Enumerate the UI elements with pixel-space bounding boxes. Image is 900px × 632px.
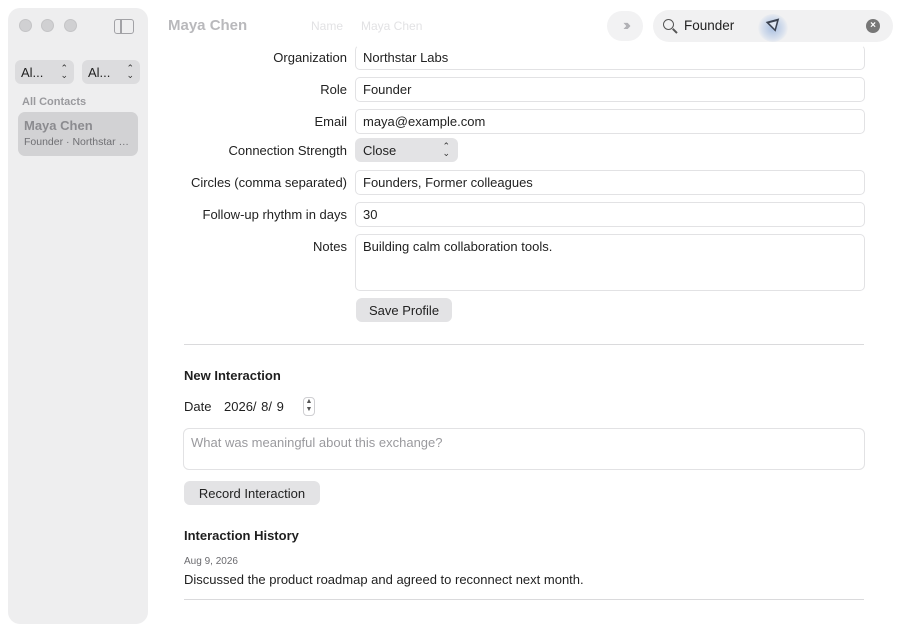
contact-name: Maya Chen (24, 118, 93, 133)
section-divider (184, 344, 864, 345)
circles-field[interactable]: Founders, Former colleagues (355, 170, 865, 195)
filter-popup-1[interactable]: Al... ⌃ ⌄ (15, 60, 74, 84)
window-title: Maya Chen (168, 17, 248, 34)
role-label: Role (320, 82, 347, 97)
toolbar-ghost-label: Name (311, 19, 344, 33)
circles-label: Circles (comma separated) (190, 175, 347, 190)
contact-subtitle: Founder · Northstar Labs (24, 136, 132, 148)
close-window-button[interactable] (19, 19, 32, 32)
minimize-window-button[interactable] (41, 19, 54, 32)
sidebar: Al... ⌃ ⌄ Al... ⌃ ⌄ All Contacts Maya Chen… (8, 8, 148, 624)
chevron-double-right-icon: ››› (623, 17, 631, 34)
chevron-updown-icon: ⌃ ⌄ (126, 63, 134, 80)
search-field[interactable]: Founder × (653, 10, 893, 42)
followup-rhythm-label: Follow-up rhythm in days (202, 207, 348, 222)
chevron-updown-icon: ⌃ ⌄ (60, 63, 68, 80)
history-item-date: Aug 9, 2026 (184, 556, 238, 567)
contact-list-item[interactable]: Maya Chen Founder · Northstar Labs (18, 112, 138, 156)
history-item-text: Discussed the product roadmap and agreed… (184, 572, 584, 587)
filter-popup-1-label: Al... (21, 64, 44, 80)
connection-strength-value: Close (363, 142, 397, 158)
record-interaction-button[interactable]: Record Interaction (184, 481, 320, 505)
date-stepper[interactable]: ▲ ▼ (303, 397, 315, 416)
filter-popup-2[interactable]: Al... ⌃ ⌄ (82, 60, 140, 84)
stepper-down-icon[interactable]: ▼ (304, 406, 314, 414)
interaction-notes-input[interactable]: What was meaningful about this exchange? (183, 428, 865, 470)
history-divider (184, 599, 864, 600)
sidebar-toggle-icon[interactable] (114, 19, 134, 34)
followup-rhythm-field[interactable]: 30 (355, 202, 865, 227)
stepper-up-icon[interactable]: ▲ (304, 398, 314, 406)
save-profile-button[interactable]: Save Profile (356, 298, 452, 322)
notes-field[interactable]: Building calm collaboration tools. (355, 234, 865, 291)
interaction-history-title: Interaction History (184, 528, 299, 543)
toolbar-ghost-value: Maya Chen (361, 19, 423, 33)
search-input[interactable]: Founder (684, 18, 734, 33)
organization-label: Organization (273, 50, 347, 65)
connection-strength-popup[interactable]: Close ⌃ ⌄ (355, 138, 458, 162)
notes-label: Notes (313, 239, 347, 254)
search-icon (663, 19, 674, 30)
zoom-window-button[interactable] (64, 19, 77, 32)
email-field[interactable]: maya@example.com (355, 109, 865, 134)
email-label: Email (314, 114, 347, 129)
chevron-updown-icon: ⌃ ⌄ (442, 141, 450, 158)
connection-strength-label: Connection Strength (228, 143, 347, 158)
new-interaction-title: New Interaction (184, 368, 281, 383)
date-picker[interactable]: 2026/ 8/ 9 (224, 399, 284, 414)
sidebar-section-label: All Contacts (22, 96, 87, 108)
role-field[interactable]: Founder (355, 77, 865, 102)
organization-field[interactable]: Northstar Labs (355, 45, 865, 70)
more-toolbar-items-button[interactable]: ››› (607, 11, 643, 41)
filter-popup-2-label: Al... (88, 64, 111, 80)
date-label: Date (184, 399, 212, 414)
clear-search-icon[interactable]: × (866, 19, 880, 33)
